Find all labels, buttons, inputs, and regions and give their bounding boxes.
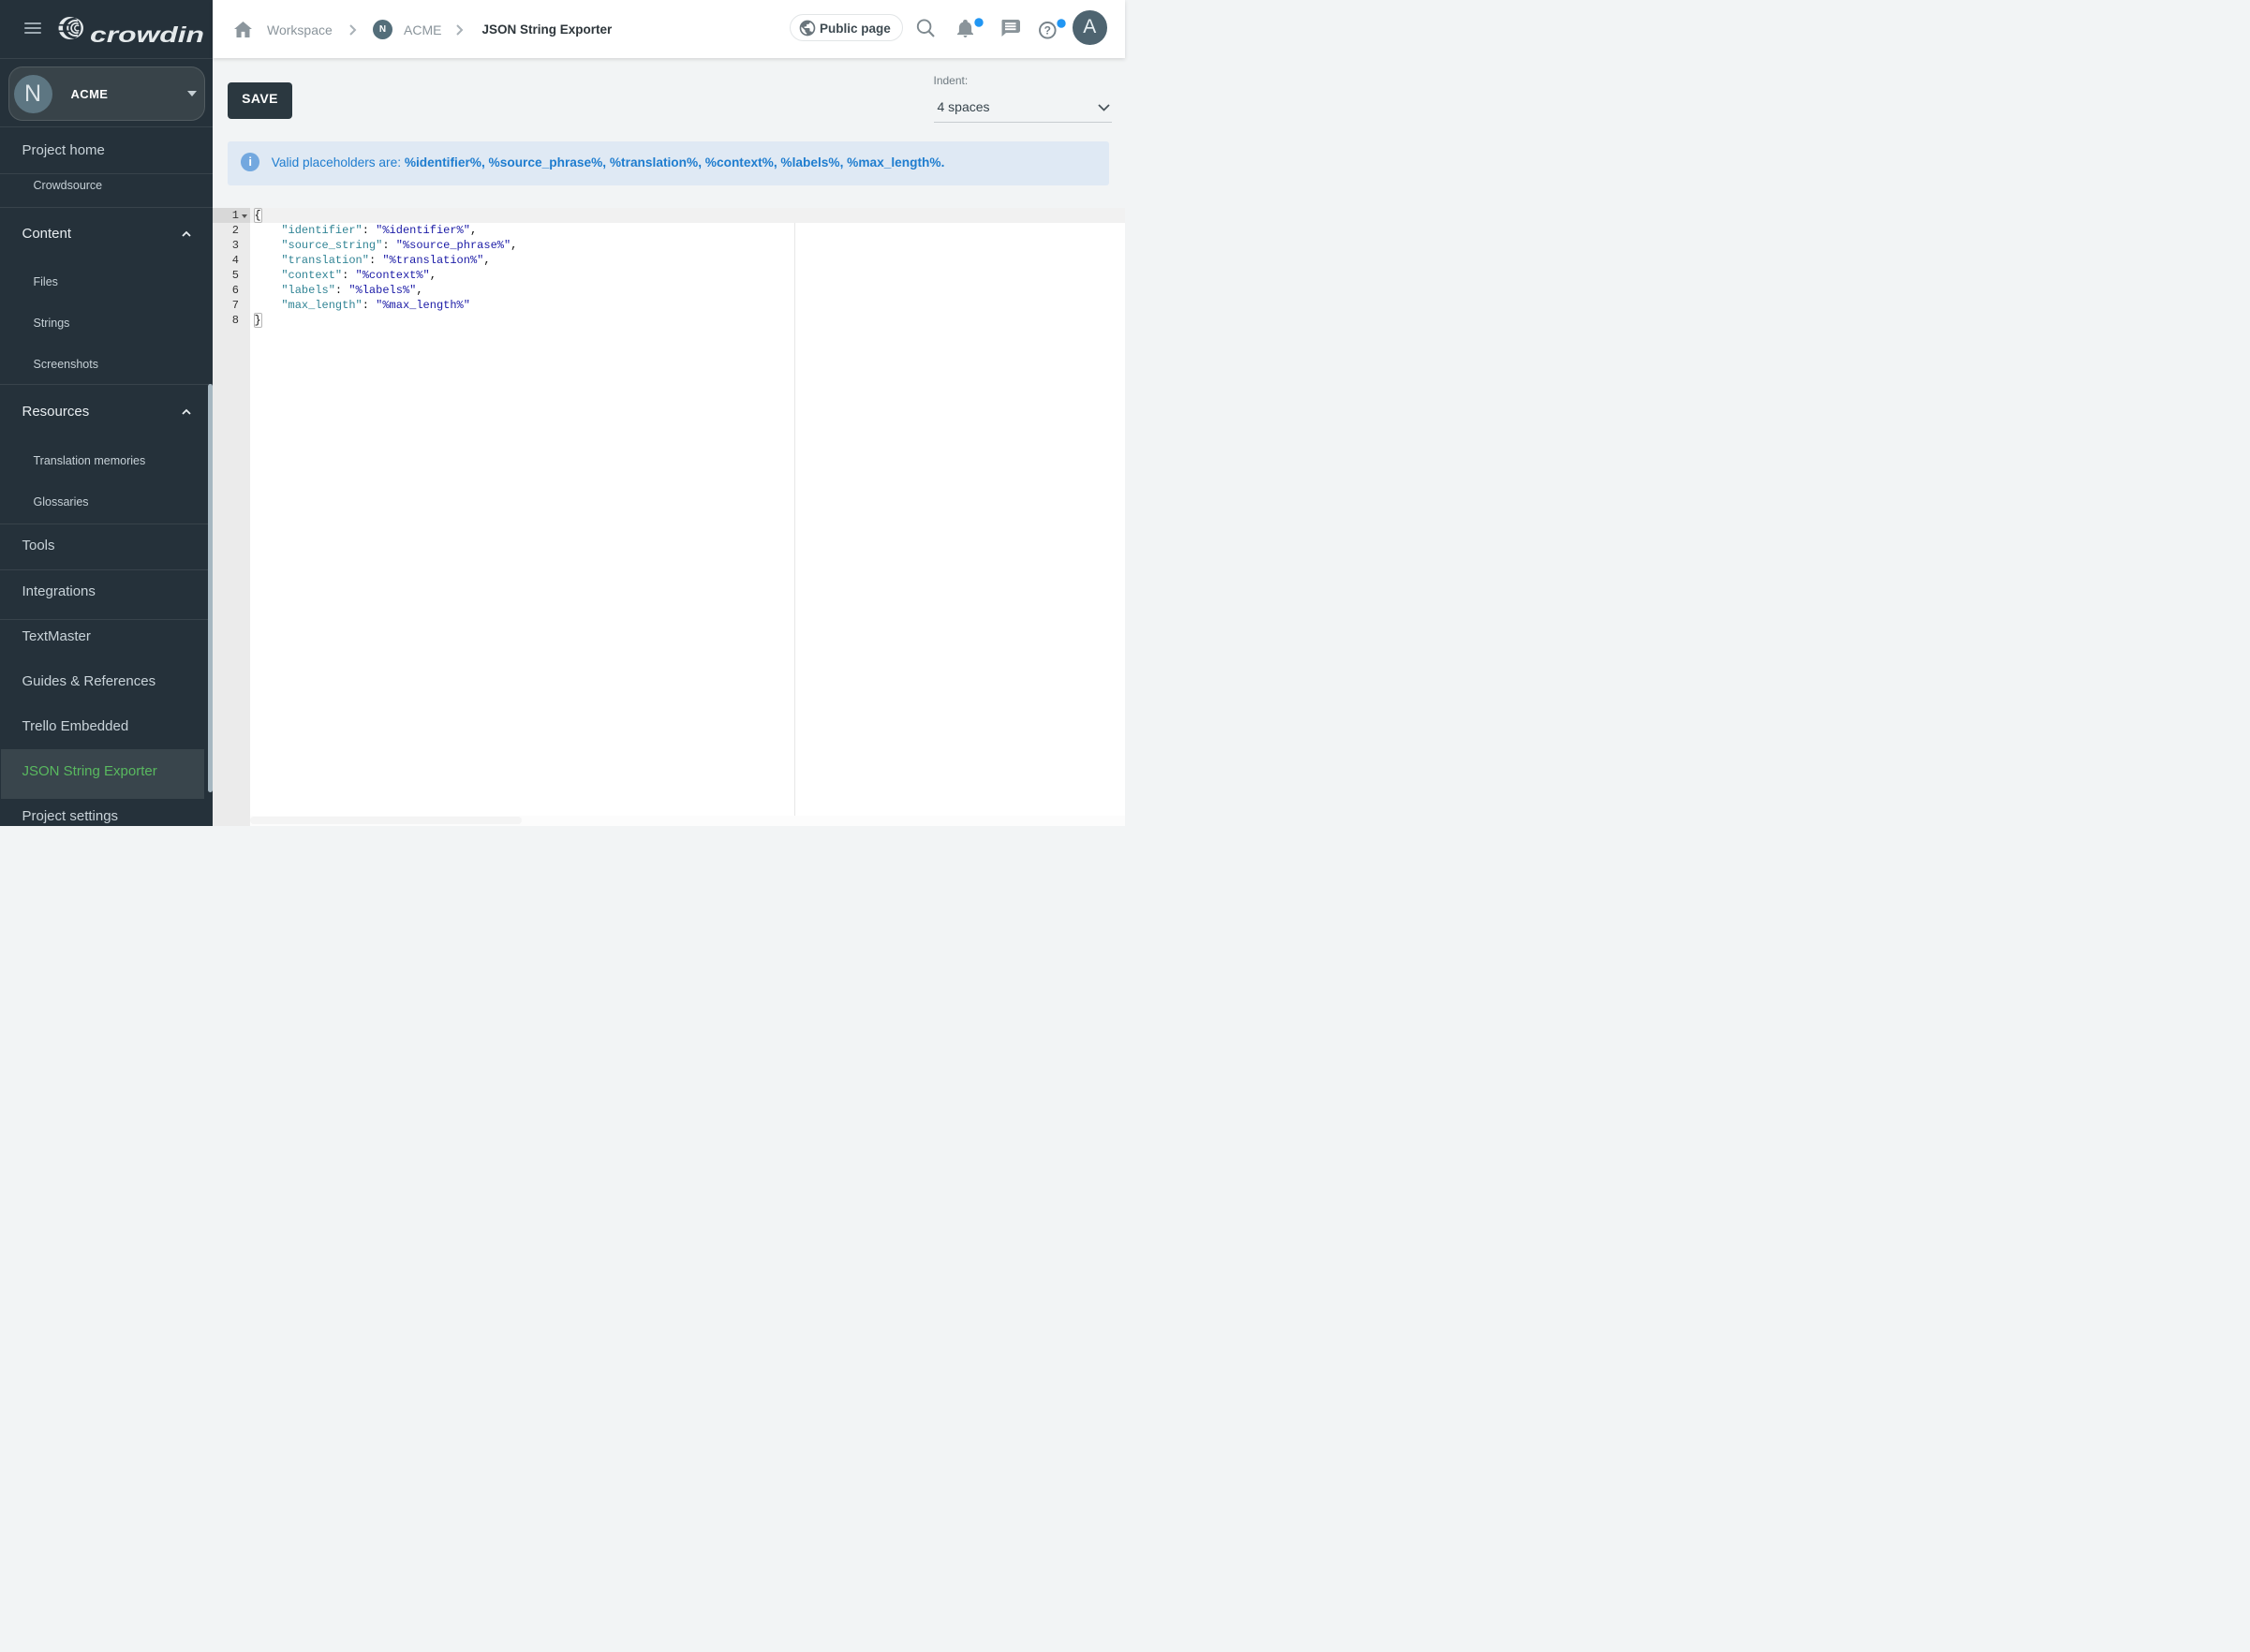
svg-text:?: ? <box>1044 23 1050 37</box>
svg-text:crowdin: crowdin <box>90 22 204 44</box>
